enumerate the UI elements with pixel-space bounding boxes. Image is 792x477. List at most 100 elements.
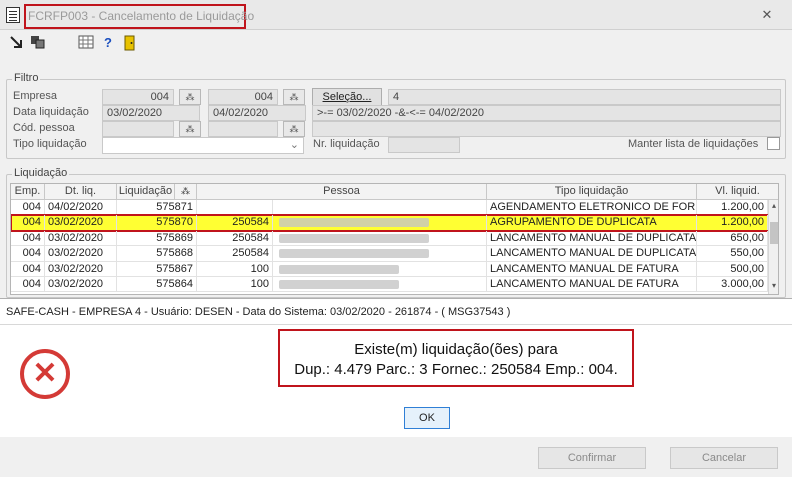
col-header-dt-liq[interactable]: Dt. liq. bbox=[45, 184, 117, 200]
cancelar-button[interactable]: Cancelar bbox=[670, 447, 778, 469]
cell-pessoa-name-blurred bbox=[273, 230, 487, 246]
exit-icon[interactable] bbox=[8, 35, 24, 51]
cell-dt: 03/02/2020 bbox=[45, 277, 117, 292]
col-header-pick-icon[interactable]: ⁂ bbox=[175, 184, 197, 200]
table-row[interactable]: 004 03/02/2020 575864 100 LANCAMENTO MAN… bbox=[11, 277, 768, 293]
cell-pessoa-code bbox=[197, 200, 273, 215]
data-expression-field[interactable]: >-= 03/02/2020 -&-<-= 04/02/2020 bbox=[312, 105, 781, 121]
cell-liquidacao: 575868 bbox=[117, 246, 197, 262]
nr-liquidacao-label: Nr. liquidação bbox=[313, 138, 380, 150]
chevron-down-icon: ⌄ bbox=[289, 139, 299, 151]
empresa-from-picker-icon[interactable]: ⁂ bbox=[179, 89, 201, 105]
cell-tipo: AGENDAMENTO ELETRONICO DE FORNEC bbox=[487, 200, 697, 215]
col-header-pessoa[interactable]: Pessoa bbox=[197, 184, 487, 200]
ok-button[interactable]: OK bbox=[404, 407, 450, 429]
message-line-2: Dup.: 4.479 Parc.: 3 Fornec.: 250584 Emp… bbox=[294, 361, 618, 378]
form-icon bbox=[6, 7, 20, 23]
copy-icon[interactable] bbox=[30, 35, 46, 51]
scroll-down-icon[interactable]: ▾ bbox=[770, 282, 778, 290]
cell-emp: 004 bbox=[11, 215, 45, 231]
calculator-icon[interactable] bbox=[78, 35, 94, 51]
close-button[interactable]: ✕ bbox=[752, 6, 782, 24]
data-from-field[interactable]: 03/02/2020 bbox=[102, 105, 200, 121]
cell-liquidacao: 575869 bbox=[117, 230, 197, 246]
pessoa-to-field[interactable] bbox=[208, 121, 278, 137]
cell-pessoa-code: 250584 bbox=[197, 246, 273, 262]
cell-pessoa-code: 250584 bbox=[197, 215, 273, 231]
cell-dt: 04/02/2020 bbox=[45, 200, 117, 215]
empresa-from-field[interactable]: 004 bbox=[102, 89, 174, 105]
dialog-title: SAFE-CASH - EMPRESA 4 - Usuário: DESEN -… bbox=[0, 299, 792, 325]
message-dialog: SAFE-CASH - EMPRESA 4 - Usuário: DESEN -… bbox=[0, 298, 792, 477]
pessoa-from-field[interactable] bbox=[102, 121, 174, 137]
col-header-emp[interactable]: Emp. bbox=[11, 184, 45, 200]
pessoa-to-picker-icon[interactable]: ⁂ bbox=[283, 121, 305, 137]
col-header-vl-liquid[interactable]: Vl. liquid. bbox=[697, 184, 778, 200]
cod-pessoa-label: Cód. pessoa bbox=[13, 122, 75, 134]
table-row-selected[interactable]: 004 03/02/2020 575870 250584 AGRUPAMENTO… bbox=[11, 214, 769, 232]
empresa-label: Empresa bbox=[13, 90, 58, 102]
cell-emp: 004 bbox=[11, 246, 45, 262]
cell-pessoa-name-blurred bbox=[273, 277, 487, 292]
cell-vl: 550,00 bbox=[697, 246, 768, 262]
cell-emp: 004 bbox=[11, 277, 45, 292]
data-to-field[interactable]: 04/02/2020 bbox=[208, 105, 306, 121]
cell-pessoa-name-blurred bbox=[273, 261, 487, 277]
table-row[interactable]: 004 03/02/2020 575867 100 LANCAMENTO MAN… bbox=[11, 261, 768, 277]
manter-lista-checkbox[interactable] bbox=[767, 137, 780, 150]
selecao-field[interactable]: 4 bbox=[388, 89, 781, 105]
door-icon[interactable] bbox=[122, 35, 138, 51]
scroll-thumb[interactable] bbox=[770, 222, 778, 244]
cell-tipo: LANCAMENTO MANUAL DE FATURA bbox=[487, 277, 697, 292]
table-row[interactable]: 004 04/02/2020 575871 AGENDAMENTO ELETRO… bbox=[11, 200, 768, 216]
window-title: FCRFP003 - Cancelamento de Liquidação bbox=[28, 9, 255, 23]
cell-vl: 650,00 bbox=[697, 230, 768, 246]
cell-dt: 03/02/2020 bbox=[45, 230, 117, 246]
cell-dt: 03/02/2020 bbox=[45, 246, 117, 262]
pessoa-expression-field[interactable] bbox=[312, 121, 781, 137]
tipo-liquidacao-select[interactable]: ⌄ bbox=[102, 137, 304, 154]
selecao-button[interactable]: Seleção... bbox=[312, 88, 382, 106]
cell-emp: 004 bbox=[11, 261, 45, 277]
cell-tipo: LANCAMENTO MANUAL DE DUPLICATA bbox=[487, 246, 697, 262]
cell-pessoa-name-blurred bbox=[273, 215, 487, 231]
pessoa-from-picker-icon[interactable]: ⁂ bbox=[179, 121, 201, 137]
table-row[interactable]: 004 03/02/2020 575869 250584 LANCAMENTO … bbox=[11, 230, 768, 247]
cell-dt: 03/02/2020 bbox=[45, 261, 117, 277]
message-highlight-box: Existe(m) liquidação(ões) para Dup.: 4.4… bbox=[278, 329, 634, 387]
cell-pessoa-code: 250584 bbox=[197, 230, 273, 246]
empresa-to-field[interactable]: 004 bbox=[208, 89, 278, 105]
confirmar-button[interactable]: Confirmar bbox=[538, 447, 646, 469]
cell-tipo: LANCAMENTO MANUAL DE DUPLICATA bbox=[487, 230, 697, 246]
error-icon: ✕ bbox=[20, 349, 70, 399]
cell-liquidacao: 575867 bbox=[117, 261, 197, 277]
cell-pessoa-name bbox=[273, 200, 487, 215]
tipo-liquidacao-label: Tipo liquidação bbox=[13, 138, 87, 150]
cell-tipo: LANCAMENTO MANUAL DE FATURA bbox=[487, 261, 697, 277]
cell-liquidacao: 575871 bbox=[117, 200, 197, 215]
liquidacao-grid[interactable]: Emp. Dt. liq. Liquidação ⁂ Pessoa Tipo l… bbox=[10, 183, 779, 295]
filtro-legend: Filtro bbox=[12, 72, 41, 84]
col-header-liquidacao[interactable]: Liquidação bbox=[117, 184, 175, 200]
grid-vertical-scrollbar[interactable]: ▴ ▾ bbox=[768, 200, 778, 294]
table-row[interactable]: 004 03/02/2020 575868 250584 LANCAMENTO … bbox=[11, 246, 768, 262]
nr-liquidacao-field[interactable] bbox=[388, 137, 460, 153]
cell-vl: 1.200,00 bbox=[697, 200, 768, 215]
cell-pessoa-name-blurred bbox=[273, 246, 487, 262]
cell-emp: 004 bbox=[11, 230, 45, 246]
cell-liquidacao: 575870 bbox=[117, 215, 197, 231]
cell-tipo: AGRUPAMENTO DE DUPLICATA bbox=[487, 215, 697, 231]
empresa-to-picker-icon[interactable]: ⁂ bbox=[283, 89, 305, 105]
data-liquidacao-label: Data liquidação bbox=[13, 106, 89, 118]
cell-dt: 03/02/2020 bbox=[45, 215, 117, 231]
liquidacao-legend: Liquidação bbox=[12, 167, 70, 179]
cell-pessoa-code: 100 bbox=[197, 261, 273, 277]
scroll-up-icon[interactable]: ▴ bbox=[770, 202, 778, 210]
col-header-tipo[interactable]: Tipo liquidação bbox=[487, 184, 697, 200]
help-icon[interactable]: ? bbox=[100, 35, 116, 51]
cell-vl: 1.200,00 bbox=[697, 215, 768, 231]
cell-vl: 500,00 bbox=[697, 261, 768, 277]
manter-lista-label: Manter lista de liquidações bbox=[628, 138, 759, 150]
message-line-1: Existe(m) liquidação(ões) para bbox=[354, 341, 558, 358]
cell-liquidacao: 575864 bbox=[117, 277, 197, 292]
